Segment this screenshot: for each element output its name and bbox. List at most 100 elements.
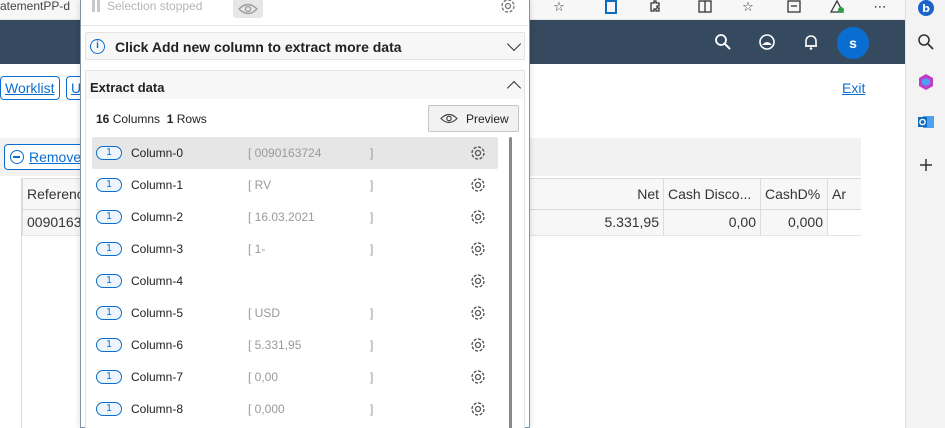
- column-settings-gear-icon[interactable]: [469, 144, 487, 165]
- header-reference[interactable]: Referenc: [22, 179, 82, 209]
- column-value-end: ]: [370, 210, 374, 224]
- split-screen-icon[interactable]: [697, 0, 713, 14]
- columns-label: Columns: [112, 112, 161, 126]
- selection-status: Selection stopped: [107, 0, 203, 13]
- column-value-preview: [ 1-: [248, 242, 266, 256]
- avatar[interactable]: s: [837, 27, 869, 59]
- column-value-preview: [ 16.03.2021: [248, 210, 315, 224]
- columns-rows-count: 16 Columns 1 Rows: [96, 112, 207, 126]
- column-item[interactable]: 1 Column-2 [ 16.03.2021]: [92, 201, 498, 233]
- extract-body: 16 Columns 1 Rows Preview 1 Column-0 [ 009…: [86, 99, 524, 428]
- column-settings-gear-icon[interactable]: [469, 400, 487, 421]
- settings-gear-icon[interactable]: [499, 0, 517, 18]
- column-settings-gear-icon[interactable]: [469, 304, 487, 325]
- collections-icon[interactable]: [786, 0, 802, 14]
- column-item[interactable]: 1 Column-3 [ 1-]: [92, 233, 498, 265]
- column-index-badge: 1: [96, 146, 122, 160]
- column-name: Column-2: [131, 210, 184, 224]
- column-name: Column-8: [131, 402, 184, 416]
- info-message-bar[interactable]: i Click Add new column to extract more d…: [85, 32, 525, 60]
- panel-top-bar: Selection stopped: [81, 0, 529, 26]
- column-value-preview: [ RV: [248, 178, 272, 192]
- bell-icon[interactable]: [801, 32, 821, 52]
- svg-text:b: b: [922, 2, 930, 15]
- column-name: Column-7: [131, 370, 184, 384]
- cell-reference: 0090163: [22, 210, 82, 235]
- column-settings-gear-icon[interactable]: [469, 272, 487, 293]
- remove-button[interactable]: Remove: [4, 144, 89, 170]
- eye-icon[interactable]: [233, 0, 263, 18]
- column-settings-gear-icon[interactable]: [469, 368, 487, 389]
- column-index-badge: 1: [96, 274, 122, 288]
- column-item[interactable]: 1 Column-5 [ USD]: [92, 297, 498, 329]
- search-icon[interactable]: [713, 32, 733, 52]
- column-value-end: ]: [370, 178, 374, 192]
- column-index-badge: 1: [96, 178, 122, 192]
- column-value-end: ]: [370, 370, 374, 384]
- row-selector-column: [0, 178, 22, 428]
- column-item[interactable]: 1 Column-7 [ 0,00]: [92, 361, 498, 393]
- column-value-preview: [ 0,00: [248, 370, 279, 384]
- column-value-end: ]: [370, 242, 374, 256]
- data-extraction-panel: Selection stopped i Click Add new column…: [80, 0, 530, 428]
- m365-icon[interactable]: [914, 70, 938, 94]
- column-item[interactable]: 1 Column-8 [ 0,000]: [92, 393, 498, 425]
- column-value-end: ]: [370, 146, 374, 160]
- column-settings-gear-icon[interactable]: [469, 176, 487, 197]
- column-item[interactable]: 1 Column-0 [ 0090163724]: [92, 137, 498, 169]
- header-net[interactable]: Net: [528, 179, 663, 209]
- rows-count: 1: [166, 112, 174, 126]
- rows-label: Rows: [176, 112, 207, 126]
- worklist-button[interactable]: Worklist: [0, 76, 60, 100]
- scrollbar[interactable]: [509, 137, 512, 428]
- eye-icon: [440, 113, 458, 127]
- column-settings-gear-icon[interactable]: [469, 208, 487, 229]
- column-settings-gear-icon[interactable]: [469, 336, 487, 357]
- favorites-icon[interactable]: ☆: [740, 0, 756, 14]
- remove-circle-icon: [10, 150, 24, 164]
- column-index-badge: 1: [96, 306, 122, 320]
- cell-amount: [827, 210, 861, 235]
- copilot-icon[interactable]: b: [914, 0, 938, 20]
- column-name: Column-3: [131, 242, 184, 256]
- notification-status-icon[interactable]: [757, 32, 777, 52]
- column-index-badge: 1: [96, 370, 122, 384]
- remove-button-label: Remove: [29, 149, 82, 165]
- cell-net: 5.331,95: [604, 214, 660, 230]
- column-value-preview: [ 0090163724: [248, 146, 322, 160]
- header-cash-discount[interactable]: Cash Disco...: [663, 179, 760, 209]
- section-title: Extract data: [90, 80, 165, 95]
- column-item[interactable]: 1 Column-4: [92, 265, 498, 297]
- chevron-up-icon[interactable]: [506, 80, 522, 96]
- outlook-icon[interactable]: [914, 110, 938, 134]
- tab-title[interactable]: atementPP-d: [0, 0, 70, 12]
- chevron-down-icon[interactable]: [506, 36, 522, 52]
- edge-sidebar: b: [905, 0, 945, 428]
- search-icon[interactable]: [914, 30, 938, 54]
- info-message: Click Add new column to extract more dat…: [115, 39, 402, 55]
- column-settings-gear-icon[interactable]: [469, 240, 487, 261]
- column-item[interactable]: 1 Column-6 [ 5.331,95]: [92, 329, 498, 361]
- header-cashd-percent[interactable]: CashD%: [760, 179, 827, 209]
- preview-label: Preview: [466, 112, 509, 126]
- column-name: Column-1: [131, 178, 184, 192]
- add-icon[interactable]: [914, 153, 938, 177]
- header-amount[interactable]: Ar: [827, 179, 861, 209]
- info-icon: i: [90, 39, 105, 54]
- column-name: Column-6: [131, 338, 184, 352]
- office-icon[interactable]: [603, 0, 619, 14]
- column-index-badge: 1: [96, 210, 122, 224]
- preview-button[interactable]: Preview: [428, 105, 519, 132]
- performance-icon[interactable]: [829, 0, 845, 14]
- column-name: Column-0: [131, 146, 184, 160]
- column-item[interactable]: 1 Column-1 [ RV]: [92, 169, 498, 201]
- star-icon[interactable]: ☆: [551, 0, 567, 14]
- column-name: Column-5: [131, 306, 184, 320]
- more-icon[interactable]: ⋯: [872, 0, 888, 14]
- column-value-preview: [ 0,000: [248, 402, 285, 416]
- column-value-end: ]: [370, 338, 374, 352]
- cell-cash-discount: 0,00: [663, 210, 760, 235]
- exit-link[interactable]: Exit: [842, 80, 865, 96]
- extension-icon[interactable]: [647, 0, 663, 14]
- pause-icon[interactable]: [91, 0, 101, 12]
